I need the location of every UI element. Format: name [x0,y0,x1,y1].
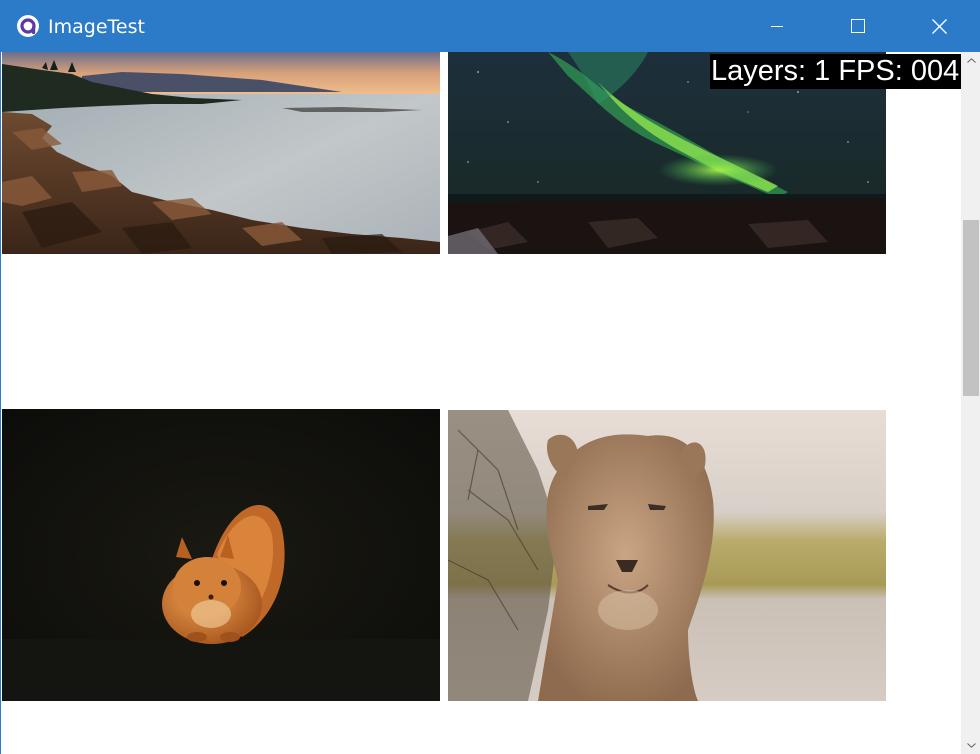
scrollbar-thumb[interactable] [963,220,979,396]
app-logo-icon [17,15,39,37]
layers-fps-overlay: Layers: 1 FPS: 004 [710,54,980,89]
minimize-button[interactable] [754,0,800,52]
image-coast-sunset [2,52,440,254]
chevron-up-icon [966,58,976,63]
window-title: ImageTest [48,16,145,38]
chevron-down-icon [966,743,976,748]
title-bar[interactable]: ImageTest [1,0,980,52]
image-grid [2,52,961,754]
minimize-icon [771,26,783,27]
maximize-button[interactable] [835,0,881,52]
maximize-icon [851,19,865,33]
close-button[interactable] [916,0,962,52]
scroll-up-button[interactable] [961,52,980,69]
close-icon [931,18,947,34]
image-lioness [448,410,886,701]
image-squirrel [2,409,440,701]
app-window: ImageTest Layers: 1 FPS: 004 [0,0,980,754]
vertical-scrollbar[interactable] [961,52,980,754]
scroll-down-button[interactable] [961,737,980,754]
